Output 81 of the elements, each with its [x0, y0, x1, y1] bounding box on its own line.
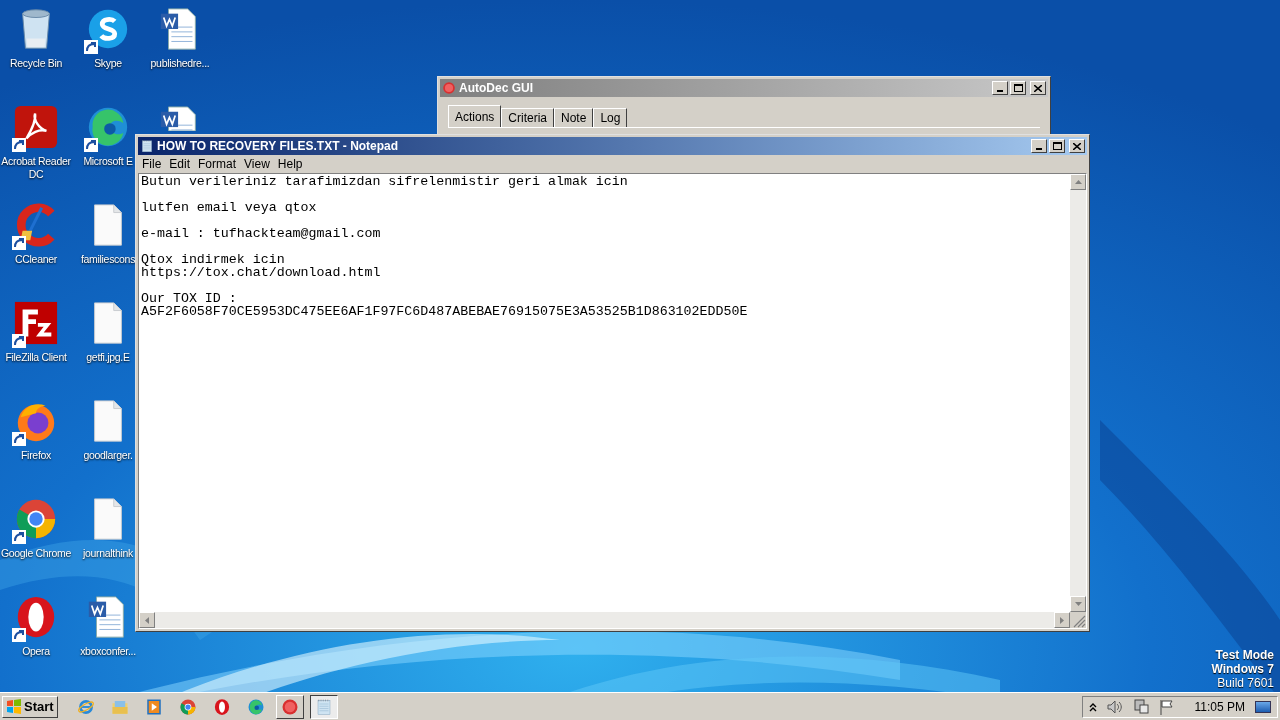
- desktop-icon-label[interactable]: Microsoft E: [83, 155, 133, 168]
- network-icon[interactable]: [1132, 698, 1149, 715]
- shortcut-arrow-icon: [12, 236, 26, 250]
- down-arrow-icon: [1074, 602, 1082, 606]
- size-grip-icon[interactable]: [1070, 612, 1086, 628]
- desktop-icon-label[interactable]: Firefox: [21, 449, 51, 462]
- minimize-button[interactable]: [1031, 139, 1047, 153]
- up-arrow-icon: [1074, 180, 1082, 184]
- shortcut-arrow-icon: [84, 40, 98, 54]
- taskbar-app-button[interactable]: [309, 694, 338, 719]
- scroll-down-button[interactable]: [1070, 596, 1086, 612]
- close-button[interactable]: [1030, 81, 1046, 95]
- left-arrow-icon: [145, 616, 149, 624]
- window-title: HOW TO RECOVERY FILES.TXT - Notepad: [157, 138, 399, 155]
- right-arrow-icon: [1060, 616, 1064, 624]
- shortcut-arrow-icon: [12, 530, 26, 544]
- internet-explorer-icon: [76, 697, 95, 716]
- menu-item[interactable]: Format: [194, 157, 241, 171]
- shortcut-arrow-icon: [12, 432, 26, 446]
- text-line: Butun verileriniz tarafimizdan sifrelenmistir geri almak icin: [141, 175, 629, 188]
- scroll-right-button[interactable]: [1054, 612, 1070, 628]
- tab[interactable]: Log: [593, 108, 628, 127]
- vertical-scrollbar[interactable]: [1070, 174, 1086, 612]
- shortcut-arrow-icon: [12, 138, 26, 152]
- text-line: Our TOX ID :: [141, 292, 238, 305]
- text-line: Qtox indirmek icin: [141, 253, 285, 266]
- window-title: AutoDec GUI: [459, 80, 533, 97]
- desktop-icon-label[interactable]: familiescons: [80, 253, 136, 266]
- show-desktop-button[interactable]: [1255, 700, 1271, 713]
- desktop-icon-label[interactable]: Acrobat Reader DC: [0, 155, 72, 181]
- autodec-icon: [442, 81, 456, 95]
- chrome-icon: [178, 697, 197, 716]
- media-player-icon: [144, 697, 163, 716]
- maximize-button[interactable]: [1010, 81, 1026, 95]
- shortcut-arrow-icon: [84, 138, 98, 152]
- flag-icon[interactable]: [1158, 698, 1175, 715]
- shortcut-arrow-icon: [12, 628, 26, 642]
- tab[interactable]: Actions: [448, 105, 502, 127]
- desktop-icon-label[interactable]: Opera: [22, 645, 50, 658]
- autodec-icon: [280, 697, 299, 716]
- desktop-icon-label[interactable]: FileZilla Client: [5, 351, 67, 364]
- tab[interactable]: Criteria: [501, 108, 555, 127]
- speaker-icon[interactable]: [1106, 699, 1123, 714]
- system-notice-text: Build 7601: [1217, 676, 1274, 690]
- horizontal-scrollbar[interactable]: [139, 612, 1070, 628]
- system-notice-text: Windows 7: [1211, 662, 1274, 676]
- close-icon: [1034, 84, 1042, 92]
- desktop-icon-label[interactable]: CCleaner: [15, 253, 57, 266]
- text-line: https://tox.chat/download.html: [141, 266, 382, 279]
- chevron-up-icon[interactable]: [1088, 701, 1097, 712]
- system-notice-text: Test Mode: [1215, 648, 1274, 662]
- scroll-up-button[interactable]: [1070, 174, 1086, 190]
- shortcut-arrow-icon: [12, 334, 26, 348]
- desktop-icon-label[interactable]: publishedre...: [150, 57, 210, 70]
- tab[interactable]: Note: [554, 108, 594, 127]
- scroll-left-button[interactable]: [139, 612, 155, 628]
- desktop-icon-label[interactable]: journalthink: [82, 547, 134, 560]
- desktop-icon-label[interactable]: Recycle Bin: [9, 57, 63, 70]
- menu-item[interactable]: Edit: [165, 157, 195, 171]
- edge-icon: [246, 697, 265, 716]
- minimize-button[interactable]: [992, 81, 1008, 95]
- clock[interactable]: 11:05 PM: [1194, 697, 1245, 716]
- desktop-icon-label[interactable]: Skype: [94, 57, 122, 70]
- desktop-icon-label[interactable]: goodlarger.: [83, 449, 133, 462]
- text-line: e-mail : tufhackteam@gmail.com: [141, 227, 382, 240]
- windows-logo-icon: [6, 698, 22, 715]
- menu-item[interactable]: File: [138, 157, 166, 171]
- text-line: lutfen email veya qtox: [141, 201, 318, 214]
- close-button[interactable]: [1069, 139, 1085, 153]
- notepad-icon: [140, 139, 154, 153]
- desktop-icon-label[interactable]: Google Chrome: [0, 547, 72, 560]
- close-icon: [1073, 142, 1081, 150]
- menu-item[interactable]: Help: [273, 157, 307, 171]
- notepad-icon: [314, 697, 333, 716]
- menu-item[interactable]: View: [240, 157, 274, 171]
- text-line: A5F2F6058F70CE5953DC475EE6AF1F97FC6D487ABEBAE76915075E3A53525B1D863102EDD50E: [141, 305, 749, 318]
- opera-icon: [212, 697, 231, 716]
- desktop-icon-label[interactable]: getfi.jpg.E: [86, 351, 130, 364]
- desktop-icon-label[interactable]: xboxconfer...: [80, 645, 136, 658]
- maximize-button[interactable]: [1049, 139, 1065, 153]
- start-button[interactable]: Start: [2, 695, 58, 718]
